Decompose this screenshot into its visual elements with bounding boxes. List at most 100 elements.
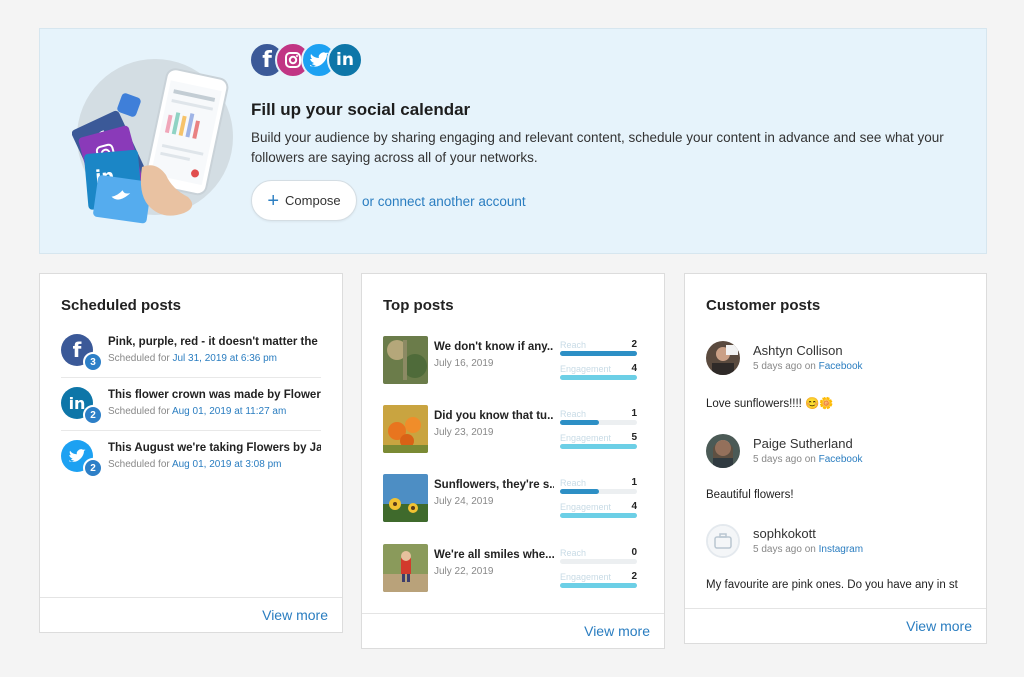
- reach-bar: [560, 420, 599, 425]
- post-count-badge: 2: [83, 405, 103, 425]
- scheduled-date-link[interactable]: Jul 31, 2019 at 6:36 pm: [173, 353, 278, 364]
- customer-posts-card: Customer posts Ashtyn Collison 5 days ag…: [684, 273, 987, 644]
- post-text: Sunflowers, they're s...: [434, 479, 554, 491]
- social-networks: f in: [249, 42, 364, 78]
- scheduled-prefix: Scheduled for: [108, 353, 170, 364]
- engagement-metric: Engagement 4: [560, 501, 637, 522]
- post-thumbnail: [383, 405, 428, 453]
- top-post-item[interactable]: Sunflowers, they're s... July 24, 2019 R…: [383, 474, 637, 524]
- view-more-link[interactable]: View more: [906, 618, 972, 634]
- post-count-badge: 3: [83, 352, 103, 372]
- hero-illustration: f in: [71, 59, 238, 229]
- scheduled-text: Pink, purple, red - it doesn't matter th…: [108, 336, 321, 348]
- card-footer: View more: [40, 597, 342, 632]
- engagement-track: [560, 513, 637, 518]
- engagement-track: [560, 583, 637, 588]
- scheduled-item[interactable]: 2 This August we're taking Flowers by Ja…: [61, 440, 321, 490]
- engagement-metric: Engagement 4: [560, 363, 637, 384]
- divider: [61, 377, 321, 378]
- post-date: July 16, 2019: [434, 358, 494, 369]
- reach-metric: Reach 1: [560, 477, 637, 498]
- engagement-value: 5: [631, 432, 637, 443]
- engagement-label: Engagement: [560, 502, 612, 512]
- reach-track: [560, 351, 637, 356]
- linkedin-icon: in: [327, 42, 363, 78]
- connect-account-link[interactable]: or connect another account: [362, 194, 526, 209]
- engagement-label: Engagement: [560, 364, 612, 374]
- engagement-value: 2: [631, 571, 637, 582]
- card-footer: View more: [362, 613, 664, 648]
- post-thumbnail: [383, 474, 428, 522]
- engagement-metric: Engagement 2: [560, 571, 637, 592]
- view-more-link[interactable]: View more: [584, 623, 650, 639]
- reach-label: Reach: [560, 478, 587, 488]
- engagement-track: [560, 375, 637, 380]
- post-date: July 23, 2019: [434, 427, 494, 438]
- scheduled-text: This flower crown was made by Flowers: [108, 389, 321, 401]
- compose-label: Compose: [285, 193, 341, 208]
- scheduled-prefix: Scheduled for: [108, 459, 170, 470]
- post-body: Beautiful flowers!: [706, 489, 794, 501]
- reach-metric: Reach 2: [560, 339, 637, 360]
- engagement-bar: [560, 375, 637, 380]
- plus-icon: +: [267, 189, 280, 212]
- reach-bar: [560, 489, 599, 494]
- top-posts-card: Top posts We don't know if any... July 1…: [361, 273, 665, 649]
- customer-post[interactable]: sophkokott 5 days ago on Instagram My fa…: [706, 524, 968, 604]
- post-thumbnail: [383, 336, 428, 384]
- scheduled-prefix: Scheduled for: [108, 406, 170, 417]
- compose-button[interactable]: + Compose: [251, 180, 357, 221]
- post-time: 5 days ago on: [753, 361, 816, 372]
- post-meta: 5 days ago on Instagram: [753, 544, 863, 555]
- reach-value: 1: [631, 477, 637, 488]
- scheduled-date: Scheduled for Aug 01, 2019 at 11:27 am: [108, 406, 286, 417]
- top-post-item[interactable]: We don't know if any... July 16, 2019 Re…: [383, 336, 637, 386]
- post-body: My favourite are pink ones. Do you have …: [706, 579, 958, 591]
- network-link[interactable]: Instagram: [819, 544, 863, 555]
- scheduled-date-link[interactable]: Aug 01, 2019 at 11:27 am: [172, 406, 286, 417]
- top-post-item[interactable]: We're all smiles whe... July 22, 2019 Re…: [383, 544, 637, 594]
- engagement-value: 4: [631, 363, 637, 374]
- scheduled-date-link[interactable]: Aug 01, 2019 at 3:08 pm: [172, 459, 282, 470]
- top-post-item[interactable]: Did you know that tu... July 23, 2019 Re…: [383, 405, 637, 455]
- avatar: [706, 341, 740, 375]
- reach-track: [560, 489, 637, 494]
- customer-name: Paige Sutherland: [753, 436, 853, 451]
- scheduled-posts-card: Scheduled posts f 3 Pink, purple, red - …: [39, 273, 343, 633]
- default-avatar-icon: [706, 524, 740, 558]
- post-time: 5 days ago on: [753, 454, 816, 465]
- post-text: We don't know if any...: [434, 341, 554, 353]
- customer-post[interactable]: Paige Sutherland 5 days ago on Facebook …: [706, 434, 968, 514]
- customer-post[interactable]: Ashtyn Collison 5 days ago on Facebook L…: [706, 341, 968, 421]
- reach-label: Reach: [560, 409, 587, 419]
- reach-value: 2: [631, 339, 637, 350]
- onboarding-banner: f in Fill up your social calendar Build …: [39, 28, 987, 254]
- engagement-label: Engagement: [560, 572, 612, 582]
- scheduled-date: Scheduled for Aug 01, 2019 at 3:08 pm: [108, 459, 281, 470]
- reach-metric: Reach 0: [560, 547, 637, 568]
- post-count-badge: 2: [83, 458, 103, 478]
- card-title: Customer posts: [706, 297, 821, 314]
- engagement-bar: [560, 513, 637, 518]
- reach-label: Reach: [560, 340, 587, 350]
- scheduled-date: Scheduled for Jul 31, 2019 at 6:36 pm: [108, 353, 277, 364]
- engagement-track: [560, 444, 637, 449]
- post-date: July 24, 2019: [434, 496, 494, 507]
- engagement-bar: [560, 444, 637, 449]
- engagement-label: Engagement: [560, 433, 612, 443]
- post-date: July 22, 2019: [434, 566, 494, 577]
- post-meta: 5 days ago on Facebook: [753, 361, 863, 372]
- engagement-value: 4: [631, 501, 637, 512]
- network-link[interactable]: Facebook: [819, 454, 863, 465]
- reach-bar: [560, 351, 637, 356]
- banner-title: Fill up your social calendar: [251, 100, 471, 119]
- post-meta: 5 days ago on Facebook: [753, 454, 863, 465]
- post-time: 5 days ago on: [753, 544, 816, 555]
- avatar: [706, 434, 740, 468]
- reach-metric: Reach 1: [560, 408, 637, 429]
- network-link[interactable]: Facebook: [819, 361, 863, 372]
- scheduled-text: This August we're taking Flowers by Jan: [108, 442, 321, 454]
- view-more-link[interactable]: View more: [262, 607, 328, 623]
- banner-description: Build your audience by sharing engaging …: [251, 130, 944, 165]
- post-text: Did you know that tu...: [434, 410, 554, 422]
